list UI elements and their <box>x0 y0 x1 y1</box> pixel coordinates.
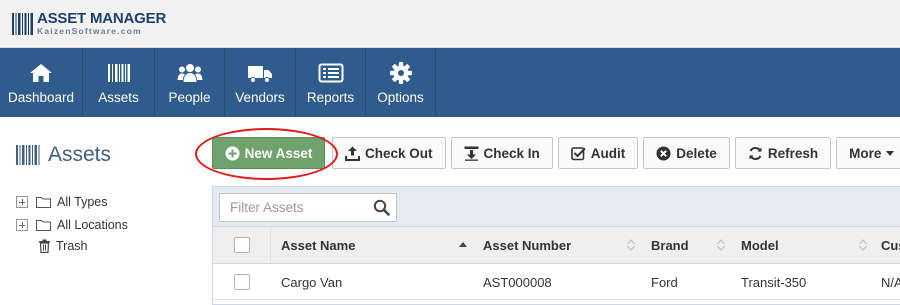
barcode-icon <box>12 13 33 35</box>
nav-people[interactable]: People <box>155 48 225 117</box>
folder-icon <box>36 219 51 231</box>
column-label: Cus <box>881 237 900 253</box>
cell-model: Transit-350 <box>741 274 807 290</box>
more-label: More <box>849 145 882 161</box>
filter-input[interactable] <box>230 200 370 215</box>
cell-asset-name[interactable]: Cargo Van <box>281 264 342 300</box>
expand-icon[interactable] <box>16 195 28 208</box>
users-icon <box>177 63 202 82</box>
tree-item-label: Trash <box>56 239 88 253</box>
nav-label: Vendors <box>235 89 285 105</box>
top-header: ASSET MANAGER KaizenSoftware.com <box>0 0 900 48</box>
tree-item-trash[interactable]: Trash <box>16 236 128 256</box>
filter-box <box>219 193 397 222</box>
gear-icon <box>389 61 412 84</box>
times-circle-icon <box>656 146 671 160</box>
asset-toolbar: New Asset Check Out Check In Audit Delet… <box>212 137 900 169</box>
nav-label: Dashboard <box>7 89 75 105</box>
asset-tree: All Types All Locations Trash <box>16 190 128 256</box>
page-title-text: Assets <box>48 143 112 166</box>
column-header-asset-number[interactable]: Asset Number <box>483 227 633 263</box>
refresh-button[interactable]: Refresh <box>734 137 832 169</box>
column-header-asset-name[interactable]: Asset Name <box>281 227 476 263</box>
check-out-button[interactable]: Check Out <box>332 137 446 169</box>
truck-icon <box>248 65 272 83</box>
audit-label: Audit <box>590 145 626 161</box>
column-label: Asset Number <box>483 237 572 253</box>
home-icon <box>30 63 52 82</box>
nav-vendors[interactable]: Vendors <box>225 48 296 117</box>
select-all-cell <box>213 227 271 263</box>
nav-options[interactable]: Options <box>366 48 436 117</box>
column-label: Asset Name <box>281 237 356 253</box>
column-label: Model <box>741 237 779 253</box>
caret-down-icon <box>886 150 895 156</box>
page-title: Assets <box>16 143 111 167</box>
checkbox-icon <box>570 146 586 160</box>
tree-item-label: All Locations <box>57 217 128 232</box>
tree-item-all-types[interactable]: All Types <box>16 190 128 213</box>
trash-icon <box>39 239 50 253</box>
upload-icon <box>345 146 360 161</box>
new-asset-button[interactable]: New Asset <box>212 137 325 169</box>
tree-item-all-locations[interactable]: All Locations <box>16 213 128 236</box>
app-subtitle: KaizenSoftware.com <box>37 26 142 36</box>
audit-button[interactable]: Audit <box>557 137 639 169</box>
cell-asset-number: AST000008 <box>483 274 552 290</box>
nav-dashboard[interactable]: Dashboard <box>0 48 83 117</box>
app-title: ASSET MANAGER <box>37 10 167 27</box>
sort-both-icon[interactable] <box>717 239 725 251</box>
sort-asc-icon[interactable] <box>459 239 467 251</box>
check-in-label: Check In <box>483 145 540 161</box>
download-icon <box>464 146 479 161</box>
column-header-custom[interactable]: Cus <box>881 227 900 263</box>
check-out-label: Check Out <box>365 145 433 161</box>
nav-assets[interactable]: Assets <box>83 48 155 117</box>
more-button[interactable]: More <box>836 137 900 169</box>
nav-label: Assets <box>98 89 139 105</box>
row-select-cell <box>213 264 271 300</box>
delete-label: Delete <box>676 145 717 161</box>
sort-both-icon[interactable] <box>627 239 635 251</box>
barcode-icon <box>107 63 130 82</box>
cell-custom: N/A <box>881 274 900 290</box>
row-checkbox[interactable] <box>234 274 250 290</box>
barcode-icon <box>16 145 40 165</box>
new-asset-label: New Asset <box>244 145 313 161</box>
column-header-brand[interactable]: Brand <box>651 227 711 263</box>
plus-circle-icon <box>225 146 240 160</box>
nav-label: Options <box>377 89 424 105</box>
column-header-model[interactable]: Model <box>741 227 841 263</box>
grid-toolbar <box>213 187 900 227</box>
sort-both-icon[interactable] <box>859 239 867 251</box>
nav-label: Reports <box>306 89 355 105</box>
expand-icon[interactable] <box>16 218 28 231</box>
nav-label: People <box>168 89 211 105</box>
search-icon[interactable] <box>373 199 390 216</box>
check-in-button[interactable]: Check In <box>450 137 553 169</box>
asset-grid: Asset Name Asset Number Brand Model Cus <box>212 186 900 305</box>
cell-brand: Ford <box>651 274 678 290</box>
refresh-label: Refresh <box>767 145 819 161</box>
column-label: Brand <box>651 237 689 253</box>
list-icon <box>318 63 343 82</box>
delete-button[interactable]: Delete <box>643 137 730 169</box>
table-header: Asset Name Asset Number Brand Model Cus <box>213 227 900 264</box>
main-nav: Dashboard Assets People Vendors Reports … <box>0 48 900 117</box>
tree-item-label: All Types <box>57 194 108 209</box>
refresh-icon <box>749 146 762 160</box>
folder-icon <box>36 196 51 208</box>
nav-reports[interactable]: Reports <box>296 48 366 117</box>
table-row[interactable]: Cargo Van AST000008 Ford Transit-350 N/A <box>213 264 900 300</box>
app-logo[interactable]: ASSET MANAGER KaizenSoftware.com <box>12 11 166 36</box>
select-all-checkbox[interactable] <box>233 237 250 253</box>
